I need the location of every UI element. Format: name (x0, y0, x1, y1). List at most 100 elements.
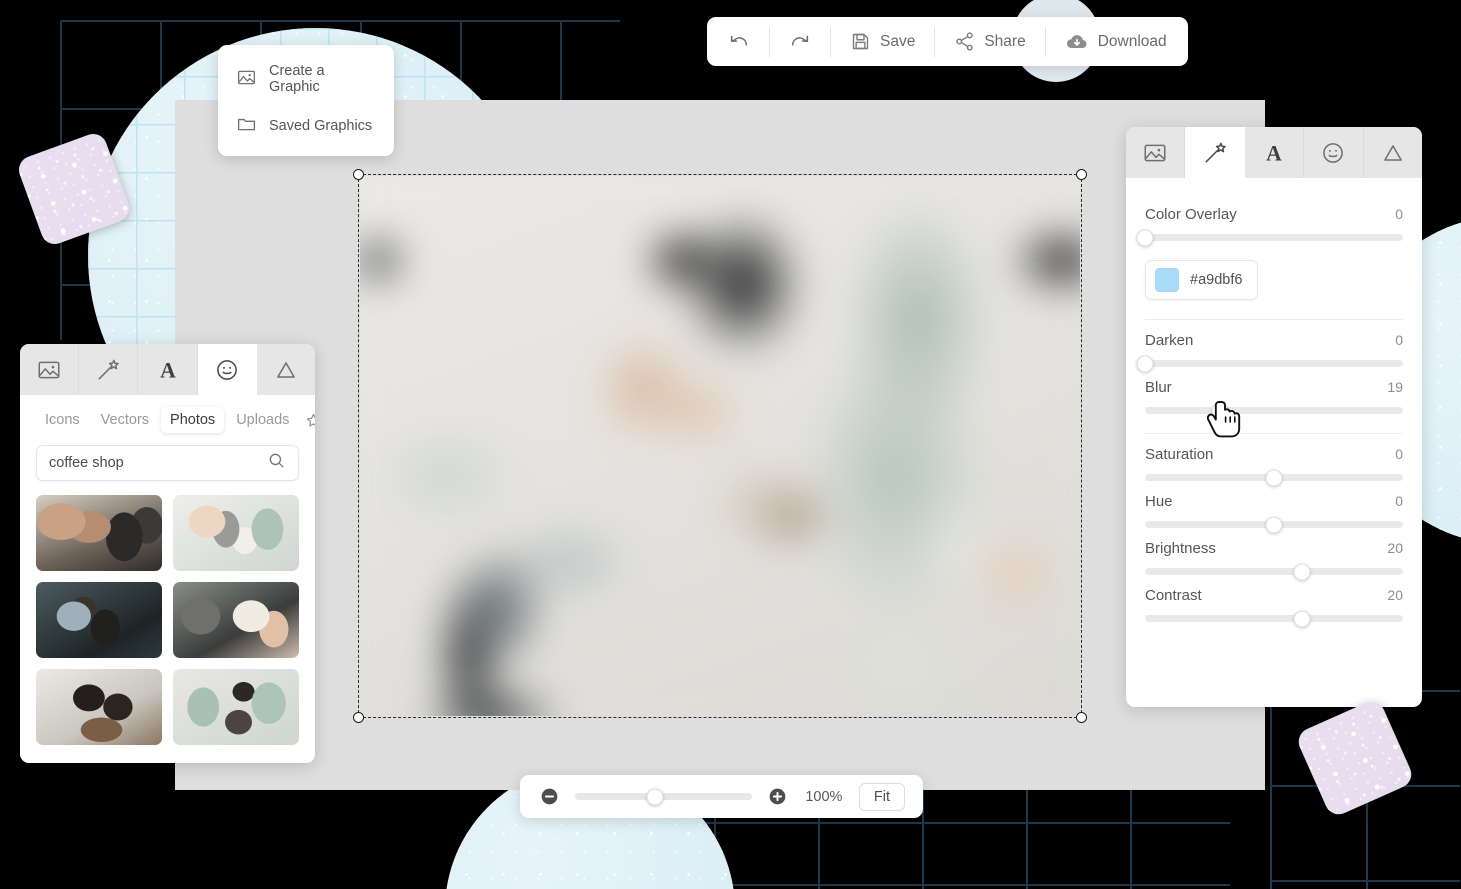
canvas-selected-image[interactable] (353, 169, 1087, 723)
effects-panel-tabstrip: A (1126, 127, 1422, 178)
selection-outline (358, 174, 1082, 718)
mouse-cursor-pointer-icon (1206, 398, 1251, 446)
decor-sparkle-square-right (1294, 697, 1416, 819)
zoom-slider[interactable] (575, 788, 752, 805)
minus-circle-icon (541, 788, 558, 805)
image-icon (1144, 144, 1166, 161)
smiley-icon (216, 359, 237, 380)
share-label: Share (984, 32, 1026, 50)
zoom-slider-knob[interactable] (646, 788, 664, 805)
save-label: Save (880, 32, 916, 50)
control-saturation: Saturation 0 (1145, 446, 1403, 486)
folder-icon (236, 113, 257, 138)
star-icon[interactable] (305, 412, 315, 429)
menu-item-saved-graphics[interactable]: Saved Graphics (218, 104, 394, 147)
control-contrast: Contrast 20 (1145, 587, 1403, 627)
search-input[interactable] (49, 455, 267, 471)
smiley-icon (1323, 142, 1344, 163)
tab-shapes[interactable] (1364, 127, 1422, 178)
slider-knob[interactable] (1265, 516, 1283, 533)
slider-knob[interactable] (1265, 469, 1283, 486)
resize-handle-top-right[interactable] (1076, 169, 1087, 180)
tab-effects[interactable] (79, 344, 139, 395)
contrast-slider[interactable] (1145, 610, 1403, 627)
background-grid-bottom-right (1270, 690, 1460, 889)
tab-effects[interactable] (1185, 127, 1245, 178)
control-label: Color Overlay (1145, 206, 1237, 223)
share-button[interactable]: Share (935, 17, 1044, 66)
resize-handle-bottom-left[interactable] (353, 712, 364, 723)
subtab-vectors[interactable]: Vectors (92, 407, 158, 433)
top-toolbar: Save Share Download (707, 17, 1188, 66)
zoom-toolbar: 100% Fit (520, 775, 923, 818)
menu-item-create-a-graphic[interactable]: Create a Graphic (218, 54, 394, 104)
redo-button[interactable] (770, 17, 830, 66)
fit-button[interactable]: Fit (858, 782, 905, 811)
tab-image[interactable] (1126, 127, 1186, 178)
slider-knob[interactable] (1136, 355, 1154, 372)
hue-slider[interactable] (1145, 516, 1403, 533)
tab-shapes[interactable] (257, 344, 315, 395)
assets-search-row[interactable] (36, 445, 299, 481)
darken-slider[interactable] (1136, 355, 1403, 372)
resize-handle-bottom-right[interactable] (1076, 712, 1087, 723)
control-value: 0 (1395, 206, 1403, 222)
triangle-icon (277, 361, 295, 378)
svg-text:A: A (1266, 141, 1282, 165)
photo-thumbnail[interactable] (173, 582, 299, 658)
control-value: 0 (1395, 332, 1403, 348)
search-icon[interactable] (267, 451, 286, 475)
color-overlay-slider[interactable] (1136, 229, 1403, 246)
subtab-photos[interactable]: Photos (161, 407, 225, 433)
menu-label: Create a Graphic (269, 63, 325, 95)
menu-label: Saved Graphics (269, 117, 373, 134)
download-button[interactable]: Download (1046, 17, 1186, 66)
zoom-out-button[interactable] (538, 785, 561, 808)
tab-image[interactable] (20, 344, 80, 395)
tab-elements[interactable] (197, 344, 257, 395)
slider-knob[interactable] (1293, 563, 1311, 580)
subtab-uploads[interactable]: Uploads (227, 407, 298, 433)
control-value: 20 (1387, 587, 1403, 603)
panel-divider-2 (1145, 433, 1403, 434)
magic-wand-icon (98, 359, 120, 380)
image-icon (236, 67, 257, 92)
subtab-icons[interactable]: Icons (36, 407, 89, 433)
download-label: Download (1097, 32, 1167, 50)
plus-circle-icon (769, 788, 786, 805)
photo-thumbnail[interactable] (36, 582, 162, 658)
photo-thumbnail[interactable] (173, 495, 299, 571)
control-label: Contrast (1145, 587, 1202, 604)
save-button[interactable]: Save (831, 17, 934, 66)
svg-text:A: A (160, 358, 176, 382)
color-hex-label: #a9dbf6 (1190, 272, 1243, 288)
magic-wand-icon (1204, 142, 1226, 163)
color-swatch-button[interactable]: #a9dbf6 (1145, 260, 1259, 300)
zoom-in-button[interactable] (766, 785, 789, 808)
panel-divider-1 (1145, 319, 1403, 320)
effects-controls: Color Overlay 0 #a9dbf6 Darken 0 Blur 19… (1126, 178, 1422, 636)
slider-knob[interactable] (1293, 610, 1311, 627)
control-darken: Darken 0 (1136, 332, 1403, 372)
brightness-slider[interactable] (1145, 563, 1403, 580)
assets-panel-tabstrip: A (20, 344, 315, 395)
tab-text[interactable]: A (1245, 127, 1305, 178)
screenshot-stage: Save Share Download Create a Graphic Sav… (0, 0, 1461, 889)
slider-knob[interactable] (1136, 229, 1154, 246)
photo-thumbnail[interactable] (36, 669, 162, 745)
download-cloud-icon (1065, 30, 1089, 54)
control-label: Hue (1145, 493, 1173, 510)
tab-elements[interactable] (1304, 127, 1364, 178)
floppy-disk-icon (850, 31, 871, 52)
photo-thumbnail[interactable] (36, 495, 162, 571)
undo-button[interactable] (709, 17, 769, 66)
saturation-slider[interactable] (1145, 469, 1403, 486)
effects-panel: A Color Overlay 0 #a9dbf6 Darken 0 Blur … (1126, 127, 1422, 707)
blur-slider[interactable] (1145, 402, 1403, 419)
assets-subtabs: Icons Vectors Photos Uploads (20, 395, 315, 441)
resize-handle-top-left[interactable] (353, 169, 364, 180)
photo-thumbnail[interactable] (173, 669, 299, 745)
tab-text[interactable]: A (138, 344, 198, 395)
share-icon (954, 31, 975, 52)
image-icon (38, 361, 60, 378)
